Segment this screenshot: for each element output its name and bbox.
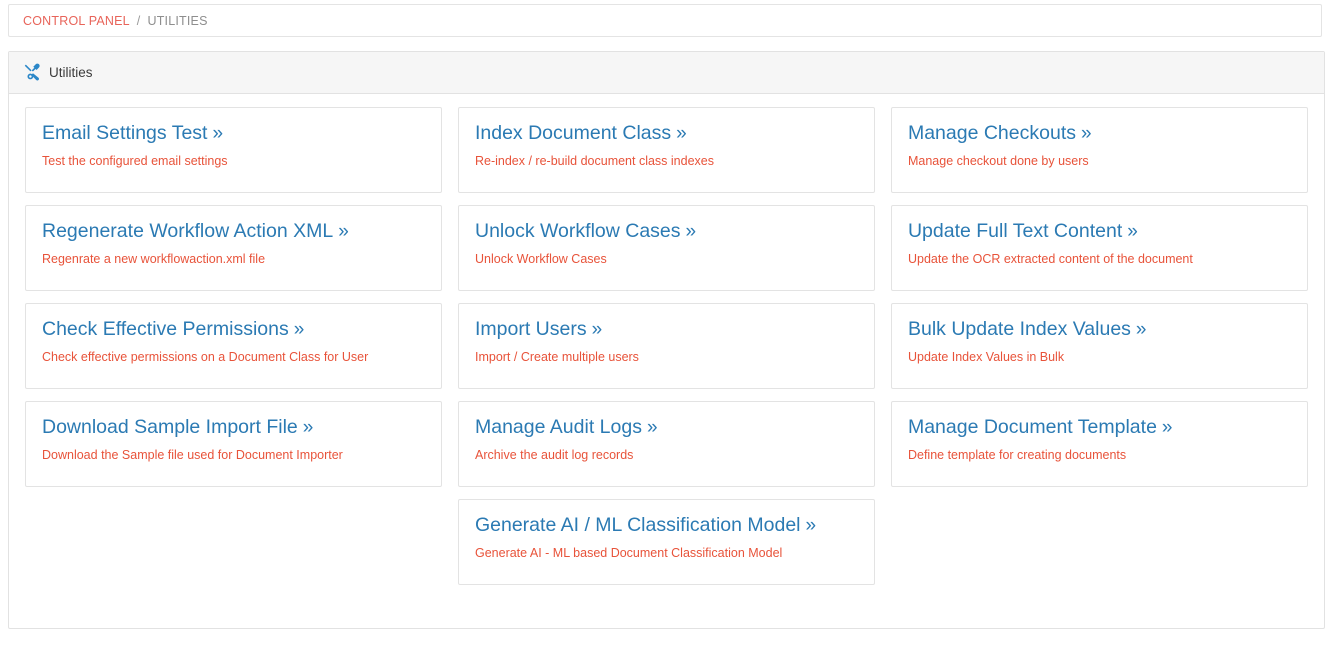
utility-card-bulk-update-index-values[interactable]: Bulk Update Index Values» Update Index Va… [891,303,1308,389]
utility-card-description: Download the Sample file used for Docume… [42,448,425,463]
double-chevron-right-icon: » [686,221,697,242]
double-chevron-right-icon: » [1127,221,1138,242]
panel-header: Utilities [9,52,1324,94]
utilities-panel: Utilities Email Settings Test»Test the c… [8,51,1325,629]
double-chevron-right-icon: » [294,319,305,340]
utility-card-description: Re-index / re-build document class index… [475,154,858,169]
utility-card-description: Unlock Workflow Cases [475,252,858,267]
tools-icon [23,63,42,82]
breadcrumb-current-utilities: UTILITIES [147,14,207,28]
utilities-grid-cell: Manage Document Template» Define template… [883,401,1316,499]
utilities-grid-cell: Unlock Workflow Cases»Unlock Workflow Ca… [450,205,883,303]
utility-card-title-text: Manage Audit Logs [475,416,642,438]
utility-card-title-text: Manage Document Template [908,416,1157,438]
utilities-grid-cell: Regenerate Workflow Action XML» Regenrate… [17,205,450,303]
utility-card-index-document-class[interactable]: Index Document Class» Re-index / re-build… [458,107,875,193]
utilities-grid: Email Settings Test»Test the configured … [17,107,1316,597]
utility-card-title-text: Download Sample Import File [42,416,298,438]
utility-card-title[interactable]: Generate AI / ML Classification Model» [475,514,858,537]
utility-card-title[interactable]: Manage Checkouts» [908,122,1291,145]
utilities-grid-cell: Index Document Class» Re-index / re-build… [450,107,883,205]
utility-card-download-sample-import-file[interactable]: Download Sample Import File» Download the… [25,401,442,487]
utility-card-title-text: Unlock Workflow Cases [475,220,681,242]
utility-card-title[interactable]: Update Full Text Content» [908,220,1291,243]
utility-card-title-text: Generate AI / ML Classification Model [475,514,801,536]
utilities-grid-cell: Check Effective Permissions» Check effect… [17,303,450,401]
utility-card-title[interactable]: Manage Audit Logs» [475,416,858,439]
utility-card-title[interactable]: Check Effective Permissions» [42,318,425,341]
utility-card-generate-ai-ml-classification-model[interactable]: Generate AI / ML Classification Model»Ge… [458,499,875,585]
double-chevron-right-icon: » [676,123,687,144]
utility-card-title[interactable]: Download Sample Import File» [42,416,425,439]
utility-card-description: Update the OCR extracted content of the … [908,252,1291,267]
utility-card-title-text: Update Full Text Content [908,220,1122,242]
double-chevron-right-icon: » [303,417,314,438]
utility-card-manage-audit-logs[interactable]: Manage Audit Logs» Archive the audit log … [458,401,875,487]
utilities-grid-cell: Manage Checkouts» Manage checkout done by… [883,107,1316,205]
panel-body: Email Settings Test»Test the configured … [9,94,1324,597]
double-chevron-right-icon: » [592,319,603,340]
utility-card-regenerate-workflow-action-xml[interactable]: Regenerate Workflow Action XML» Regenrate… [25,205,442,291]
double-chevron-right-icon: » [806,515,817,536]
utility-card-title[interactable]: Manage Document Template» [908,416,1291,439]
utility-card-title-text: Check Effective Permissions [42,318,289,340]
utilities-grid-cell: Update Full Text Content» Update the OCR … [883,205,1316,303]
utility-card-manage-checkouts[interactable]: Manage Checkouts» Manage checkout done by… [891,107,1308,193]
double-chevron-right-icon: » [647,417,658,438]
utility-card-title-text: Import Users [475,318,587,340]
utility-card-description: Update Index Values in Bulk [908,350,1291,365]
utility-card-email-settings-test[interactable]: Email Settings Test» Test the configured … [25,107,442,193]
utility-card-title-text: Index Document Class [475,122,671,144]
utility-card-title[interactable]: Bulk Update Index Values» [908,318,1291,341]
utilities-grid-cell: Manage Audit Logs» Archive the audit log … [450,401,883,499]
utility-card-title[interactable]: Unlock Workflow Cases» [475,220,858,243]
utility-card-title-text: Manage Checkouts [908,122,1076,144]
utility-card-description: Check effective permissions on a Documen… [42,350,425,365]
utility-card-title-text: Email Settings Test [42,122,207,144]
utilities-grid-cell: Email Settings Test» Test the configured … [17,107,450,205]
utility-card-title[interactable]: Import Users» [475,318,858,341]
utility-card-description: Regenrate a new workflowaction.xml file [42,252,425,267]
utility-card-description: Define template for creating documents [908,448,1291,463]
utility-card-import-users[interactable]: Import Users» Import / Create multiple us… [458,303,875,389]
utilities-grid-cell: Import Users» Import / Create multiple us… [450,303,883,401]
utility-card-unlock-workflow-cases[interactable]: Unlock Workflow Cases»Unlock Workflow Ca… [458,205,875,291]
utilities-grid-cell: Generate AI / ML Classification Model»Ge… [450,499,883,597]
double-chevron-right-icon: » [338,221,349,242]
utility-card-description: Import / Create multiple users [475,350,858,365]
double-chevron-right-icon: » [1162,417,1173,438]
utility-card-update-full-text-content[interactable]: Update Full Text Content» Update the OCR … [891,205,1308,291]
utility-card-description: Test the configured email settings [42,154,425,169]
utility-card-title[interactable]: Email Settings Test» [42,122,425,145]
utility-card-description: Manage checkout done by users [908,154,1291,169]
utility-card-manage-document-template[interactable]: Manage Document Template» Define template… [891,401,1308,487]
utility-card-title-text: Bulk Update Index Values [908,318,1131,340]
utility-card-title[interactable]: Regenerate Workflow Action XML» [42,220,425,243]
utilities-grid-cell: Download Sample Import File» Download the… [17,401,450,499]
utility-card-description: Archive the audit log records [475,448,858,463]
utility-card-check-effective-permissions[interactable]: Check Effective Permissions» Check effect… [25,303,442,389]
utility-card-title[interactable]: Index Document Class» [475,122,858,145]
double-chevron-right-icon: » [212,123,223,144]
breadcrumb-link-control-panel[interactable]: CONTROL PANEL [23,14,130,28]
breadcrumb: CONTROL PANEL / UTILITIES [8,4,1322,37]
double-chevron-right-icon: » [1136,319,1147,340]
utility-card-description: Generate AI - ML based Document Classifi… [475,546,858,561]
utilities-grid-cell [17,499,450,597]
breadcrumb-separator: / [137,14,141,28]
utilities-grid-cell: Bulk Update Index Values» Update Index Va… [883,303,1316,401]
panel-title: Utilities [49,65,93,80]
double-chevron-right-icon: » [1081,123,1092,144]
utility-card-title-text: Regenerate Workflow Action XML [42,220,333,242]
